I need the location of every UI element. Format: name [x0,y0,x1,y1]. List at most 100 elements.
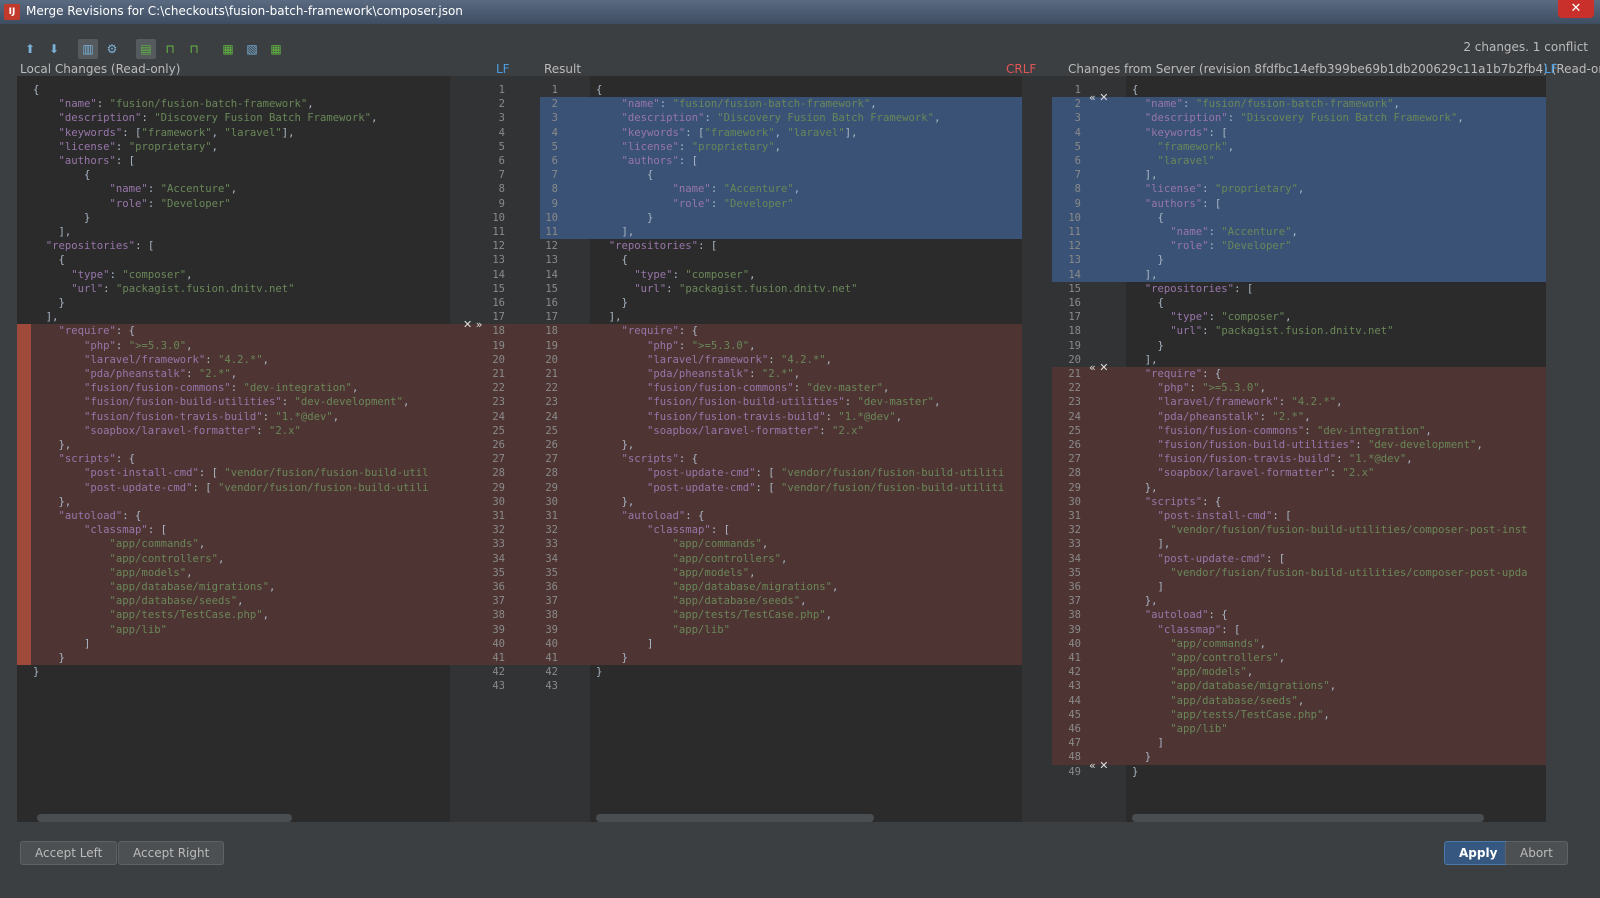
code-line[interactable]: { [590,83,1022,97]
right-editor[interactable]: } } ] "app/lib" "app/tests/TestCase.php"… [1126,76,1546,822]
code-line[interactable]: "name": "fusion/fusion-batch-framework", [1126,97,1546,112]
code-line[interactable]: "pda/pheanstalk": "2.*", [590,367,1022,382]
code-line[interactable]: "fusion/fusion-commons": "dev-integratio… [1126,423,1546,438]
code-line[interactable]: "classmap": [ [1126,622,1546,637]
code-line[interactable]: "pda/pheanstalk": "2.*", [1126,409,1546,424]
code-line[interactable]: }, [17,494,450,509]
code-line[interactable]: "autoload": { [1126,608,1546,623]
code-line[interactable]: }, [590,494,1022,509]
columns-icon[interactable]: ▥ [78,39,98,59]
code-line[interactable]: "description": "Discovery Fusion Batch F… [17,111,450,125]
code-line[interactable]: { [590,253,1022,267]
code-line[interactable]: "php": ">=5.3.0", [17,338,450,353]
code-line[interactable]: "laravel" [1126,154,1546,169]
up-arrow-icon[interactable]: ⬆ [20,39,40,59]
code-line[interactable]: } [1126,765,1546,779]
lock-left-icon[interactable]: ⊓ [160,39,180,59]
code-line[interactable]: "pda/pheanstalk": "2.*", [17,367,450,382]
code-line[interactable]: "app/controllers", [1126,651,1546,666]
code-line[interactable]: "type": "composer", [1126,310,1546,324]
code-line[interactable]: "post-install-cmd": [ [1126,509,1546,524]
code-line[interactable]: { [1126,83,1546,97]
code-line[interactable]: { [17,168,450,182]
code-line[interactable]: "app/commands", [17,537,450,552]
code-line[interactable]: "app/commands", [590,537,1022,552]
code-line[interactable]: } [17,665,450,679]
gear-icon[interactable]: ⚙ [102,39,122,59]
left-horizontal-scrollbar[interactable] [37,814,292,822]
code-line[interactable]: { [17,253,450,267]
close-button[interactable]: ✕ [1558,0,1594,18]
code-line[interactable]: "laravel/framework": "4.2.*", [590,352,1022,367]
code-line[interactable]: "classmap": [ [590,523,1022,538]
result-eol-indicator[interactable]: CRLF [1006,62,1036,76]
code-line[interactable]: "post-install-cmd": [ "vendor/fusion/fus… [17,466,450,481]
code-line[interactable]: "fusion/fusion-commons": "dev-master", [590,381,1022,396]
code-line[interactable]: ], [1126,537,1546,552]
sync-scroll-icon[interactable]: ▦ [266,39,286,59]
code-line[interactable]: "license": "proprietary", [17,140,450,154]
code-line[interactable]: "app/database/migrations", [1126,679,1546,694]
left-eol-indicator[interactable]: LF [496,62,510,76]
code-line[interactable]: }, [17,438,450,453]
code-line[interactable]: "role": "Developer" [590,196,1022,211]
code-line[interactable]: ], [1126,353,1546,367]
code-line[interactable]: "php": ">=5.3.0", [1126,381,1546,396]
code-line[interactable]: "php": ">=5.3.0", [590,338,1022,353]
code-line[interactable]: "app/database/seeds", [590,594,1022,609]
code-line[interactable]: "autoload": { [590,509,1022,524]
code-line[interactable]: "role": "Developer" [17,197,450,211]
code-line[interactable]: } [1126,750,1546,765]
accept-right-marker[interactable]: « ✕ [1089,759,1108,772]
code-line[interactable]: "fusion/fusion-build-utilities": "dev-de… [17,395,450,410]
code-line[interactable]: "require": { [590,324,1022,339]
code-line[interactable]: }, [1126,480,1546,495]
code-line[interactable]: "require": { [17,324,450,339]
code-line[interactable]: ], [17,225,450,239]
code-line[interactable]: "name": "fusion/fusion-batch-framework", [17,97,450,111]
code-line[interactable]: "app/lib" [1126,722,1546,737]
code-line[interactable]: "app/tests/TestCase.php", [1126,707,1546,722]
code-line[interactable]: { [1126,210,1546,225]
code-line[interactable]: } [17,296,450,310]
code-line[interactable]: "post-update-cmd": [ "vendor/fusion/fusi… [590,466,1022,481]
magic-resolve-icon[interactable]: ▦ [218,39,238,59]
code-line[interactable]: "autoload": { [17,509,450,524]
left-editor[interactable]: } } ] "app/lib" "app/tests/TestCase.php"… [17,76,450,822]
code-line[interactable]: ], [590,225,1022,240]
code-line[interactable]: "url": "packagist.fusion.dnitv.net" [1126,324,1546,338]
code-line[interactable]: { [590,168,1022,183]
code-line[interactable]: "post-update-cmd": [ "vendor/fusion/fusi… [590,480,1022,495]
code-line[interactable]: }, [1126,594,1546,609]
code-line[interactable]: "app/controllers", [17,551,450,566]
result-horizontal-scrollbar[interactable] [596,814,874,822]
code-line[interactable]: "description": "Discovery Fusion Batch F… [590,111,1022,126]
code-line[interactable]: "app/models", [17,565,450,580]
code-line[interactable] [17,679,450,693]
code-line[interactable]: { [17,83,450,97]
apply-non-conflicted-icon[interactable]: ▤ [136,39,156,59]
apply-button[interactable]: Apply [1444,841,1513,865]
code-line[interactable]: "app/database/migrations", [590,580,1022,595]
accept-right-button[interactable]: Accept Right [118,841,225,865]
code-line[interactable]: } [590,665,1022,679]
code-line[interactable]: "fusion/fusion-build-utilities": "dev-ma… [590,395,1022,410]
abort-button[interactable]: Abort [1505,841,1568,865]
code-line[interactable]: } [590,210,1022,225]
down-arrow-icon[interactable]: ⬇ [44,39,64,59]
code-line[interactable]: "keywords": ["framework", "laravel"], [590,125,1022,140]
code-line[interactable]: "type": "composer", [590,268,1022,282]
code-line[interactable] [590,679,1022,693]
code-line[interactable]: } [590,296,1022,310]
code-line[interactable]: "fusion/fusion-build-utilities": "dev-de… [1126,438,1546,453]
code-line[interactable]: "vendor/fusion/fusion-build-utilities/co… [1126,565,1546,580]
code-line[interactable]: "repositories": [ [590,239,1022,253]
code-line[interactable]: "license": "proprietary", [1126,182,1546,197]
code-line[interactable]: ], [1126,168,1546,183]
lock-right-icon[interactable]: ⊓ [184,39,204,59]
code-line[interactable]: "app/database/seeds", [1126,693,1546,708]
code-line[interactable]: "repositories": [ [1126,282,1546,296]
code-line[interactable]: "app/lib" [590,622,1022,637]
code-line[interactable]: ], [17,310,450,324]
code-line[interactable]: ] [1126,580,1546,595]
